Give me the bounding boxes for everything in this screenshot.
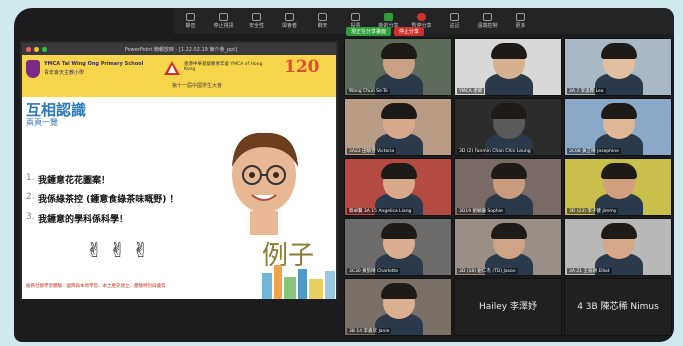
participant-tile[interactable]: 3D (18) 劉仁杰 (TD) Jason	[454, 218, 562, 276]
participant-tile[interactable]: 4 3B 陳芯稀 Nimus	[564, 278, 672, 336]
stop-share-button[interactable]: 停止分享	[394, 27, 425, 36]
participant-name: 3C08 黃芷晴 Josephine	[567, 148, 621, 154]
toolbar-button[interactable]: 與會者	[273, 8, 306, 34]
slide-line: 1. 我鍾意花花圖案！	[26, 173, 111, 186]
remote-icon	[483, 13, 492, 21]
participant-name: Wang Chun Se-Te	[347, 89, 390, 94]
participant-tile[interactable]: 3D (23) 李子健 Jimmy	[564, 158, 672, 216]
participant-name: 3A 7 李浚霖 Leo	[567, 88, 606, 94]
camera-icon	[219, 13, 228, 21]
slide-line: 3. 我鍾意的學科係科學！	[26, 212, 129, 225]
school-name-zh: 青年會天主教小學	[44, 70, 85, 76]
slide-footer: 服務社群學習體驗、國際與本地學習、本土歷史建立、體驗特別與優質	[26, 284, 166, 289]
participant-tile[interactable]: 3C08 黃芷晴 Josephine	[564, 98, 672, 156]
share-icon	[384, 13, 393, 21]
toolbar-button-label: 註記	[449, 23, 460, 29]
ppt-titlebar[interactable]: PowerPoint 簡報放映 - [1.22.02.19 簡介會_ppt]	[22, 43, 336, 55]
slide-line: 2. 我係綠茶控 (鍾意食綠茶味嘅野) ！	[26, 192, 179, 205]
participant-name: 3D19 劉穎謙 Sophie	[457, 208, 505, 214]
participant-name: 3C30 黃凱晴 Charlotte	[347, 268, 400, 274]
participant-hair	[491, 163, 527, 179]
participant-hair	[601, 223, 637, 239]
participant-tile[interactable]: 3B 14 李嘉欣 Janie	[344, 278, 452, 336]
toolbar-button-label: 安全性	[248, 23, 264, 29]
memoji-avatar-icon	[232, 132, 298, 235]
participant-tile[interactable]: Hailey 李澤妤	[454, 278, 562, 336]
participant-hair	[381, 103, 417, 119]
ppt-window-title: PowerPoint 簡報放映 - [1.22.02.19 簡介會_ppt]	[124, 46, 238, 53]
participant-tile[interactable]: 3A 21 王晉朗 Elliot	[564, 218, 672, 276]
participant-tile[interactable]: Wang Chun Se-Te	[344, 38, 452, 96]
slide: YMCA Tai Wing Ong Primary School 青年會天主教小…	[22, 55, 336, 299]
participant-hair	[491, 43, 527, 59]
participant-hair	[381, 223, 417, 239]
slide-header: YMCA Tai Wing Ong Primary School 青年會天主教小…	[22, 55, 336, 97]
participant-hair	[601, 103, 637, 119]
participant-hair	[381, 43, 417, 59]
participant-tile[interactable]: 3D19 劉穎謙 Sophie	[454, 158, 562, 216]
participant-hair	[491, 103, 527, 119]
anniversary-logo: 120	[284, 57, 320, 77]
toolbar-button-label: 遠端控制	[477, 23, 498, 29]
participant-tile[interactable]: 3D (2) Fanmin Chan Chin Leung	[454, 98, 562, 156]
skyline-illustration	[262, 265, 335, 299]
sharing-indicator: 現正在分享畫面	[346, 27, 392, 36]
share-banner: 現正在分享畫面 停止分享	[346, 27, 425, 36]
ymca-name: 香港中華基督教青年會 YMCA of Hong Kong	[184, 62, 263, 72]
toolbar-button-label: 更多	[515, 23, 526, 29]
shield-icon	[252, 13, 261, 21]
participant-name: Hailey 李澤妤	[478, 302, 537, 312]
participant-tile[interactable]: 3A23 田曉雪 Victoria	[344, 98, 452, 156]
more-icon	[516, 13, 525, 21]
participant-name: 3A 21 王晉朗 Elliot	[567, 268, 612, 274]
toolbar-button[interactable]: 更多	[504, 8, 537, 34]
powerpoint-window[interactable]: PowerPoint 簡報放映 - [1.22.02.19 簡介會_ppt] Y…	[20, 41, 338, 299]
toolbar-button-label: 與會者	[281, 23, 297, 29]
participants-icon	[285, 13, 294, 21]
toolbar-button[interactable]: 靜音	[174, 8, 207, 34]
participant-name: 3D (18) 劉仁杰 (TD) Jason	[457, 268, 518, 274]
participant-name: YMCA 老師	[457, 88, 485, 94]
participant-hair	[601, 163, 637, 179]
toolbar-button[interactable]: 安全性	[240, 8, 273, 34]
toolbar-button[interactable]: 註記	[438, 8, 471, 34]
chat-icon	[318, 13, 327, 21]
participant-name: 3D (2) Fanmin Chan Chin Leung	[457, 149, 533, 154]
annotate-icon	[450, 13, 459, 21]
participant-hair	[491, 223, 527, 239]
participant-name: 3B 14 李嘉欣 Janie	[347, 328, 392, 334]
ymca-logo-icon	[164, 61, 180, 75]
event-name: 第十一屆中國學生大會	[172, 83, 223, 89]
toolbar-button-label: 停止視訊	[213, 23, 234, 29]
participant-hair	[381, 163, 417, 179]
minimize-icon[interactable]	[34, 46, 39, 52]
background-frame: 靜音 停止視訊 安全性 與會者 聊天 投票 新的分享 暫停分享 註記 遠端控制 更多 PowerPo…	[0, 0, 683, 346]
toolbar-button[interactable]: 遠端控制	[471, 8, 504, 34]
toolbar-button-label: 靜音	[185, 23, 196, 29]
participant-tile[interactable]: YMCA 老師	[454, 38, 562, 96]
participant-tile[interactable]: 蔡卓賢 3A 15 Angelica Liang	[344, 158, 452, 216]
school-name-en: YMCA Tai Wing Ong Primary School	[44, 61, 144, 67]
participant-tile[interactable]: 3A 7 李浚霖 Leo	[564, 38, 672, 96]
participant-hair	[381, 283, 417, 299]
close-icon[interactable]	[26, 46, 31, 52]
zoom-window: 靜音 停止視訊 安全性 與會者 聊天 投票 新的分享 暫停分享 註記 遠端控制 更多 PowerPo…	[14, 8, 674, 342]
participant-name: 3A23 田曉雪 Victoria	[347, 148, 397, 154]
poll-icon	[351, 13, 360, 21]
slide-subtitle: 兩頁一覽	[26, 118, 58, 127]
participant-tile[interactable]: 3C30 黃凱晴 Charlotte	[344, 218, 452, 276]
participant-hair	[601, 43, 637, 59]
school-crest-icon	[26, 60, 40, 78]
maximize-icon[interactable]	[42, 46, 47, 52]
video-gallery: Wang Chun Se-Te YMCA 老師 3A 7 李浚霖 Leo 3A23 田…	[344, 34, 674, 342]
participant-name: 4 3B 陳芯稀 Nimus	[577, 302, 659, 312]
toolbar-button[interactable]: 停止視訊	[207, 8, 240, 34]
toolbar-button[interactable]: 聊天	[306, 8, 339, 34]
pause-icon	[417, 13, 426, 21]
mic-icon	[186, 13, 195, 21]
participant-name: 蔡卓賢 3A 15 Angelica Liang	[347, 208, 414, 214]
participant-name: 3D (23) 李子健 Jimmy	[567, 208, 619, 214]
toolbar-button-label: 聊天	[317, 23, 328, 29]
